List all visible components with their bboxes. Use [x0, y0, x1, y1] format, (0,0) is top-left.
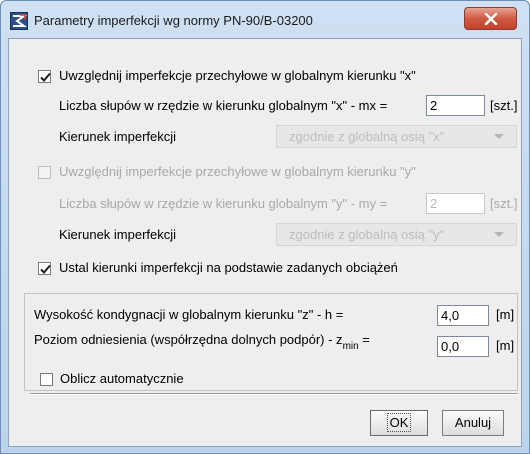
x-columns-label: Liczba słupów w rzędzie w kierunku globa…	[59, 98, 388, 113]
chevron-down-icon	[494, 232, 504, 237]
load-direction-label: Ustal kierunki imperfekcji na podstawie …	[59, 260, 398, 275]
include-x-imperfection-label: Uwzględnij imperfekcje przechyłowe w glo…	[59, 68, 416, 83]
close-icon	[484, 13, 498, 25]
height-label: Wysokość kondygnacji w globalnym kierunk…	[34, 307, 344, 322]
x-direction-value: zgodnie z globalną osią "x"	[289, 129, 445, 144]
y-direction-value: zgodnie z globalną osią "y"	[289, 227, 445, 242]
close-button[interactable]	[464, 7, 517, 30]
y-direction-label: Kierunek imperfekcji	[59, 227, 177, 242]
level-label-subscript: min	[342, 341, 359, 352]
check-icon	[40, 72, 51, 82]
auto-calc-label: Oblicz automatycznie	[60, 371, 184, 386]
height-input[interactable]: 4,0	[437, 305, 489, 326]
chevron-down-icon	[494, 134, 504, 139]
x-direction-label: Kierunek imperfekcji	[59, 129, 177, 144]
load-direction-checkbox[interactable]	[38, 262, 51, 275]
level-unit: [m]	[496, 338, 515, 353]
x-direction-dropdown[interactable]: zgodnie z globalną osią "x"	[276, 125, 517, 148]
cancel-button-label: Anuluj	[454, 415, 492, 430]
ok-button-label: OK	[386, 413, 412, 432]
x-columns-unit: [szt.]	[490, 98, 518, 113]
check-icon	[40, 264, 51, 274]
level-label: Poziom odniesienia (współrzędna dolnych …	[34, 332, 370, 352]
level-input[interactable]: 0,0	[437, 336, 489, 357]
app-icon	[10, 12, 28, 30]
level-label-equals: =	[358, 332, 370, 347]
include-y-imperfection-label: Uwzględnij imperfekcje przechyłowe w glo…	[59, 164, 416, 179]
ok-button[interactable]: OK	[370, 410, 428, 436]
divider	[30, 393, 518, 395]
include-x-imperfection-checkbox[interactable]	[38, 70, 51, 83]
level-label-text: Poziom odniesienia (współrzędna dolnych …	[34, 332, 343, 347]
y-columns-unit: [szt.]	[490, 196, 518, 211]
height-unit: [m]	[496, 307, 515, 322]
auto-calc-checkbox[interactable]	[40, 373, 53, 386]
window-title: Parametry imperfekcji wg normy PN-90/B-0…	[34, 13, 313, 28]
x-columns-input[interactable]: 2	[426, 95, 485, 116]
y-columns-input[interactable]: 2	[426, 193, 485, 214]
title-bar[interactable]: Parametry imperfekcji wg normy PN-90/B-0…	[1, 1, 529, 39]
cancel-button[interactable]: Anuluj	[442, 410, 504, 436]
y-columns-label: Liczba słupów w rzędzie w kierunku globa…	[59, 196, 388, 211]
include-y-imperfection-checkbox[interactable]	[38, 166, 51, 179]
y-direction-dropdown[interactable]: zgodnie z globalną osią "y"	[276, 223, 517, 246]
